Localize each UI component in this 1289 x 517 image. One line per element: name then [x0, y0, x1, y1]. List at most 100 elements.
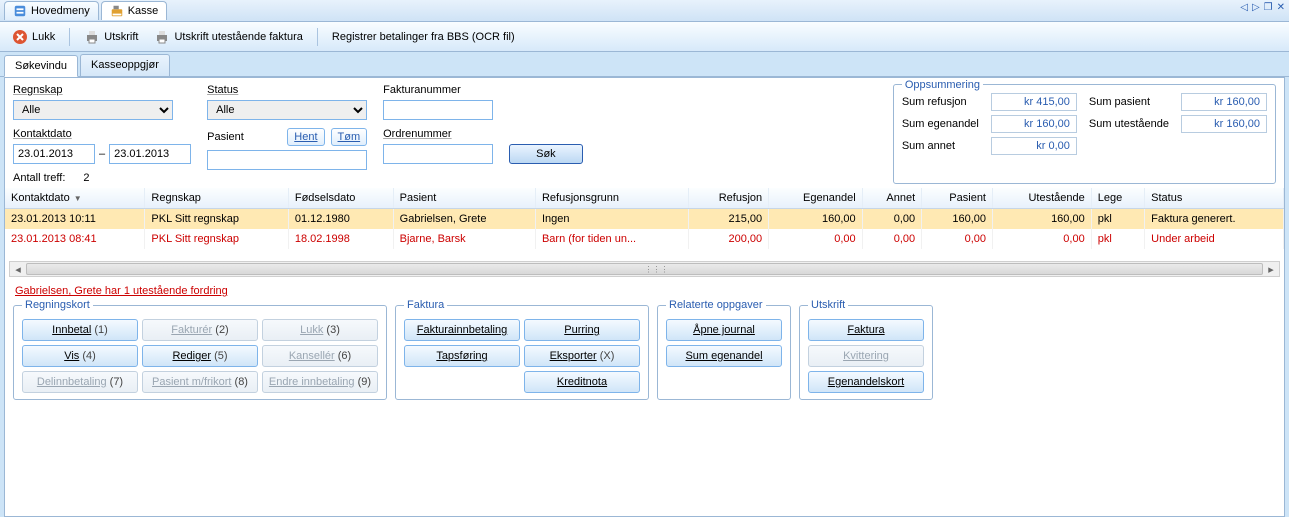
outstanding-alert-link[interactable]: Gabrielsen, Grete har 1 utestående fordr…	[5, 281, 1284, 299]
tab-kasse[interactable]: Kasse	[101, 1, 168, 20]
col-fodselsdato[interactable]: Fødselsdato	[288, 188, 393, 209]
utskrift-kvittering-button: Kvittering	[808, 345, 924, 367]
results-table: Kontaktdato▼ Regnskap Fødselsdato Pasien…	[5, 188, 1284, 249]
lukk-card-button: Lukk (3)	[262, 319, 378, 341]
sum-pasient-label: Sum pasient	[1089, 96, 1169, 108]
col-annet[interactable]: Annet	[862, 188, 922, 209]
group-faktura-title: Faktura	[404, 299, 447, 311]
cell: Barn (for tiden un...	[535, 229, 688, 249]
eksporter-button[interactable]: Eksporter (X)	[524, 345, 640, 367]
cell: 160,00	[922, 209, 993, 230]
innbetal-button[interactable]: Innbetal (1)	[22, 319, 138, 341]
antall-treff-label: Antall treff:	[13, 172, 65, 184]
window-controls: ◁ ▷ ❐ ✕	[1240, 2, 1285, 13]
toolbar-utskrift-utestaende-button[interactable]: Utskrift utestående faktura	[148, 26, 308, 48]
close-window-icon[interactable]: ✕	[1277, 2, 1285, 13]
maximize-icon[interactable]: ❐	[1264, 2, 1273, 13]
cash-register-icon	[110, 4, 124, 18]
prev-window-icon[interactable]: ◁	[1240, 2, 1248, 13]
scroll-right-icon[interactable]: ▸	[1263, 262, 1279, 276]
cell: 0,00	[862, 209, 922, 230]
tab-sokevindu[interactable]: Søkevindu	[4, 55, 78, 77]
tab-kasseoppgjor[interactable]: Kasseoppgjør	[80, 54, 170, 76]
col-kontaktdato[interactable]: Kontaktdato▼	[5, 188, 145, 209]
cell: Under arbeid	[1145, 229, 1284, 249]
toolbar-lukk-button[interactable]: Lukk	[6, 26, 61, 48]
col-status[interactable]: Status	[1145, 188, 1284, 209]
cell: 0,00	[922, 229, 993, 249]
date-from-input[interactable]	[13, 144, 95, 164]
cell: pkl	[1091, 229, 1144, 249]
cell: 160,00	[769, 209, 863, 230]
col-pasient-amt[interactable]: Pasient	[922, 188, 993, 209]
summary-box: Oppsummering Sum refusjon kr 415,00 Sum …	[893, 84, 1276, 184]
pasient-input[interactable]	[207, 150, 367, 170]
group-faktura: Faktura Fakturainnbetaling Purring Tapsf…	[395, 299, 649, 400]
col-lege[interactable]: Lege	[1091, 188, 1144, 209]
vis-button[interactable]: Vis (4)	[22, 345, 138, 367]
scroll-grip-icon: ⋮⋮⋮	[645, 265, 669, 274]
fakturainnbetaling-button[interactable]: Fakturainnbetaling	[404, 319, 520, 341]
rediger-button[interactable]: Rediger (5)	[142, 345, 258, 367]
table-row[interactable]: 23.01.2013 10:11 PKL Sitt regnskap 01.12…	[5, 209, 1284, 230]
summary-title: Oppsummering	[902, 79, 983, 91]
sum-refusjon-value: kr 415,00	[991, 93, 1077, 111]
kreditnota-button[interactable]: Kreditnota	[524, 371, 640, 393]
regnskap-label: Regnskap	[13, 84, 191, 96]
utskrift-faktura-button[interactable]: Faktura	[808, 319, 924, 341]
status-select[interactable]: Alle	[207, 100, 367, 120]
table-row[interactable]: 23.01.2013 08:41 PKL Sitt regnskap 18.02…	[5, 229, 1284, 249]
printer-invoice-icon	[154, 29, 170, 45]
group-regningskort-title: Regningskort	[22, 299, 93, 311]
tom-button[interactable]: Tøm	[331, 128, 368, 146]
date-separator: –	[99, 148, 105, 160]
group-relaterte: Relaterte oppgaver Åpne journal Sum egen…	[657, 299, 791, 400]
toolbar-utskrift-button[interactable]: Utskrift	[78, 26, 144, 48]
toolbar-registrer-bbs-button[interactable]: Registrer betalinger fra BBS (OCR fil)	[326, 28, 521, 46]
fakturanummer-input[interactable]	[383, 100, 493, 120]
col-pasient[interactable]: Pasient	[393, 188, 535, 209]
sum-annet-value: kr 0,00	[991, 137, 1077, 155]
date-to-input[interactable]	[109, 144, 191, 164]
col-utestaende[interactable]: Utestående	[993, 188, 1092, 209]
col-egenandel[interactable]: Egenandel	[769, 188, 863, 209]
sum-utestaende-label: Sum utestående	[1089, 118, 1169, 130]
cell: 23.01.2013 10:11	[5, 209, 145, 230]
utskrift-egenandelskort-button[interactable]: Egenandelskort	[808, 371, 924, 393]
sum-egenandel-label: Sum egenandel	[902, 118, 979, 130]
scroll-left-icon[interactable]: ◂	[10, 262, 26, 276]
tapsforing-button[interactable]: Tapsføring	[404, 345, 520, 367]
fakturer-button: Fakturér (2)	[142, 319, 258, 341]
cell: Ingen	[535, 209, 688, 230]
results-table-wrap: Kontaktdato▼ Regnskap Fødselsdato Pasien…	[5, 188, 1284, 249]
hent-button[interactable]: Hent	[287, 128, 324, 146]
cell: 01.12.1980	[288, 209, 393, 230]
col-refusjonsgrunn[interactable]: Refusjonsgrunn	[535, 188, 688, 209]
sum-egenandel-button[interactable]: Sum egenandel	[666, 345, 782, 367]
table-header-row: Kontaktdato▼ Regnskap Fødselsdato Pasien…	[5, 188, 1284, 209]
button-groups: Regningskort Innbetal (1) Fakturér (2) L…	[5, 299, 1284, 408]
tab-hovedmeny-label: Hovedmeny	[31, 5, 90, 17]
kanseller-button: Kansellér (6)	[262, 345, 378, 367]
col-refusjon[interactable]: Refusjon	[688, 188, 768, 209]
tab-kasse-label: Kasse	[128, 5, 159, 17]
main-panel: Regnskap Alle Kontaktdato – Antall treff…	[4, 77, 1285, 517]
purring-button[interactable]: Purring	[524, 319, 640, 341]
sum-annet-label: Sum annet	[902, 140, 979, 152]
horizontal-scrollbar[interactable]: ◂ ⋮⋮⋮ ▸	[9, 261, 1280, 277]
top-tab-bar: Hovedmeny Kasse ◁ ▷ ❐ ✕	[0, 0, 1289, 22]
endre-innbetaling-button: Endre innbetaling (9)	[262, 371, 378, 393]
cell: 18.02.1998	[288, 229, 393, 249]
col-regnskap[interactable]: Regnskap	[145, 188, 288, 209]
tab-hovedmeny[interactable]: Hovedmeny	[4, 1, 99, 20]
group-utskrift: Utskrift Faktura Kvittering Egenandelsko…	[799, 299, 933, 400]
apne-journal-button[interactable]: Åpne journal	[666, 319, 782, 341]
toolbar-utskrift-label: Utskrift	[104, 31, 138, 43]
next-window-icon[interactable]: ▷	[1252, 2, 1260, 13]
ordrenummer-input[interactable]	[383, 144, 493, 164]
regnskap-select[interactable]: Alle	[13, 100, 173, 120]
cell: PKL Sitt regnskap	[145, 229, 288, 249]
sok-button[interactable]: Søk	[509, 144, 583, 164]
cell: 0,00	[993, 229, 1092, 249]
status-label: Status	[207, 84, 367, 96]
